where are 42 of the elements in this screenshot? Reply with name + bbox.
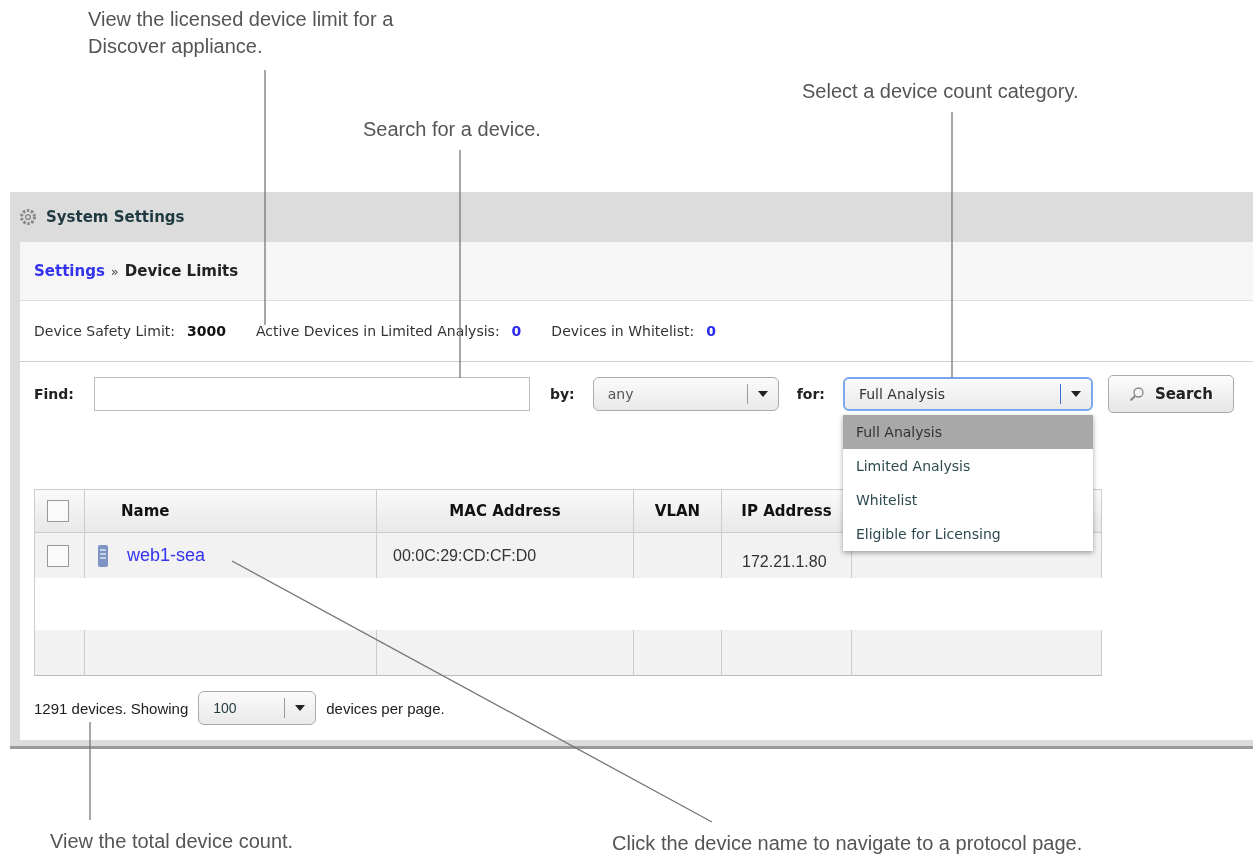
callout-text: Search for a device. — [363, 117, 541, 142]
per-page-select[interactable]: 100 — [198, 691, 317, 725]
stat-value: 3000 — [187, 323, 226, 339]
dropdown-option[interactable]: Full Analysis — [842, 415, 1093, 449]
stat-label: Active Devices in Limited Analysis: — [255, 323, 500, 339]
per-page-label: devices per page. — [326, 699, 445, 717]
table-cell: 00:0C:29:CD:CF:D0 — [393, 546, 537, 565]
dropdown-option[interactable]: Limited Analysis — [842, 449, 1093, 483]
device-count: 1291 devices. Showing — [34, 699, 189, 717]
search-icon — [1128, 386, 1145, 402]
callout-text: View the total device count. — [50, 829, 294, 854]
window-title: System Settings — [46, 208, 185, 226]
stat-label: Device Safety Limit: — [34, 323, 175, 339]
breadcrumb-separator: » — [110, 263, 119, 279]
breadcrumb-current: Device Limits — [124, 262, 239, 280]
category-select[interactable]: Full Analysis — [842, 377, 1093, 411]
stat-value-link[interactable]: 0 — [706, 323, 716, 339]
search-button[interactable]: Search — [1107, 375, 1234, 413]
by-label: by: — [549, 386, 575, 402]
for-label: for: — [796, 386, 825, 402]
column-header[interactable]: MAC Address — [377, 490, 634, 532]
stat-label: Devices in Whitelist: — [551, 323, 695, 339]
caret-icon — [757, 391, 768, 397]
caret-icon — [295, 705, 306, 711]
find-label: Find: — [34, 386, 74, 402]
row-checkbox[interactable] — [47, 544, 69, 567]
gear-icon — [18, 207, 38, 227]
caret-icon — [1070, 391, 1081, 397]
column-header[interactable]: VLAN — [634, 490, 722, 532]
server-icon — [97, 543, 109, 568]
breadcrumb-link[interactable]: Settings — [34, 262, 105, 280]
stat-value-link[interactable]: 0 — [511, 323, 522, 339]
by-select[interactable]: any — [592, 377, 779, 411]
find-field[interactable] — [93, 377, 530, 411]
device-name-link[interactable]: web1-sea — [127, 545, 206, 566]
table-cell: 172.21.1.80 — [742, 552, 827, 571]
callout-text: Click the device name to navigate to a protocol page. — [612, 831, 1083, 856]
column-header[interactable]: IP Address — [722, 490, 852, 532]
column-header[interactable]: Name — [85, 490, 377, 532]
callout-text: Select a device count category. — [802, 79, 1079, 104]
callout-text: View the licensed device limit for a Discover appliance. — [88, 7, 395, 59]
select-all-checkbox[interactable] — [47, 500, 69, 522]
